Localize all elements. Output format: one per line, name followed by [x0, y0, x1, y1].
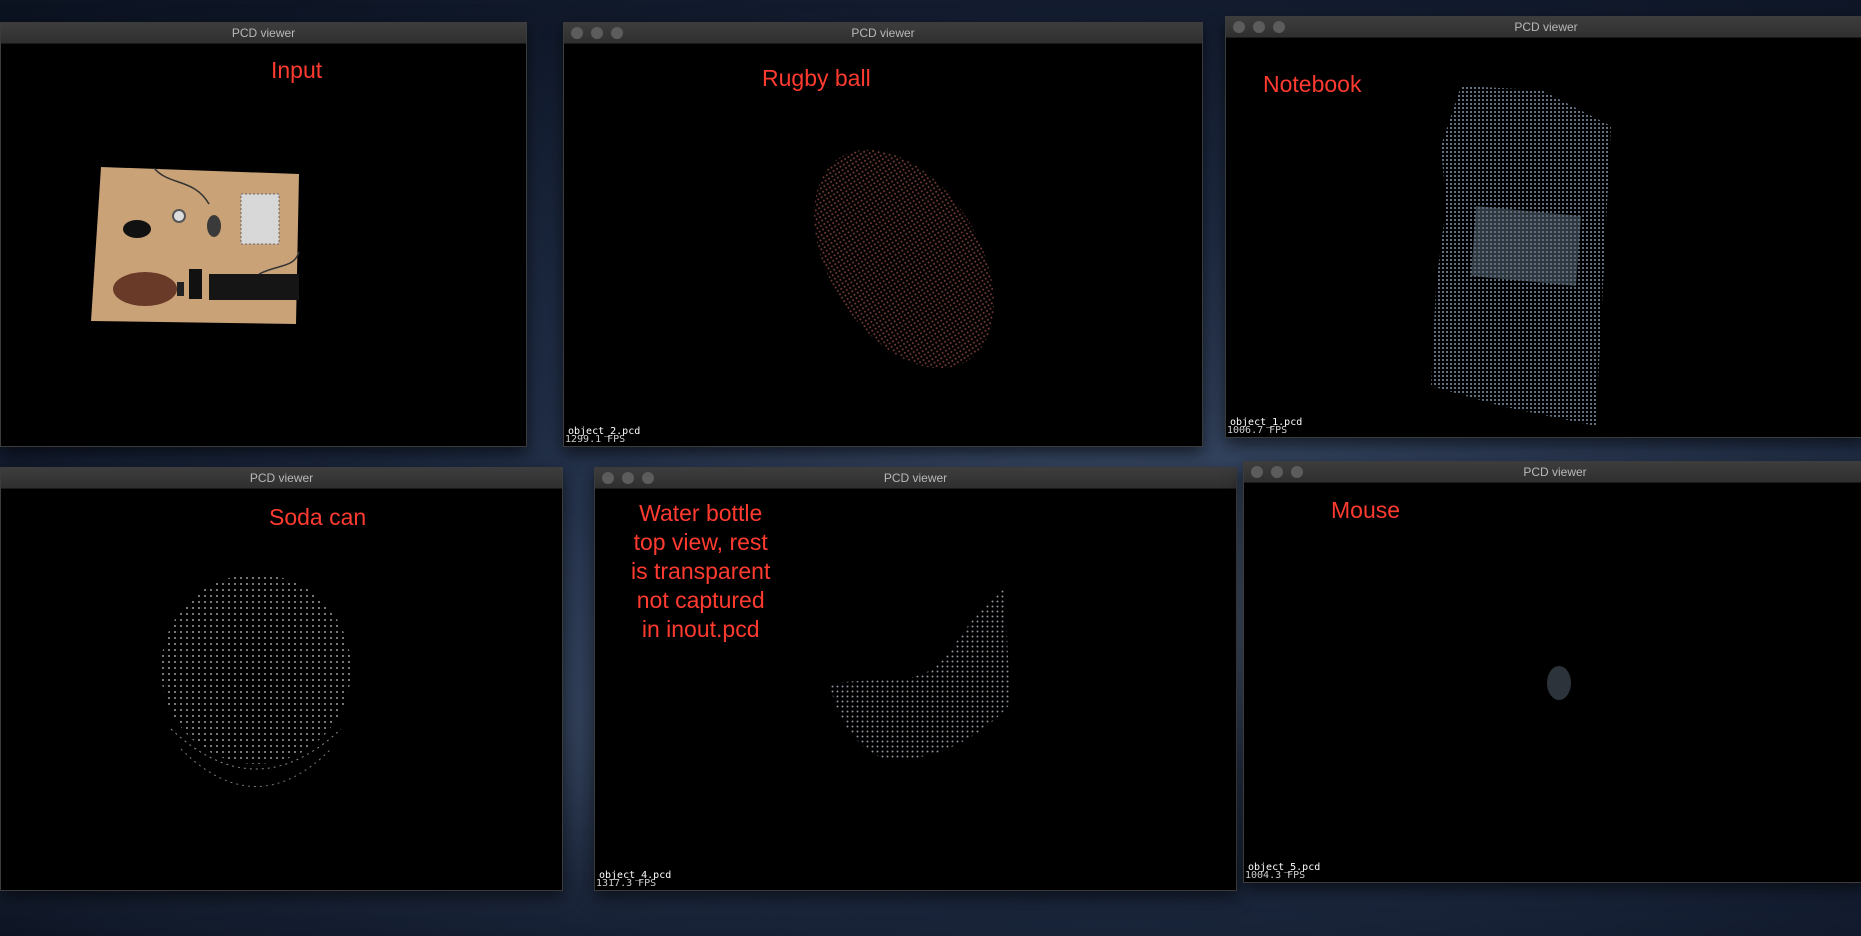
window-titlebar[interactable]: PCD viewer: [564, 23, 1202, 44]
window-titlebar[interactable]: PCD viewer: [1244, 462, 1861, 483]
fps-counter: 1317.3 FPS: [596, 878, 657, 889]
window-titlebar[interactable]: PCD viewer: [1, 23, 526, 44]
annotation-label: Input: [271, 57, 323, 83]
viewer-canvas[interactable]: Water bottle top view, rest is transpare…: [595, 489, 1236, 890]
notebook-point-cloud: [1431, 86, 1611, 426]
window-title: PCD viewer: [883, 471, 948, 485]
pcd-viewer-window-rugby-ball[interactable]: PCD viewer Rugby ball object_2.pcd 1299.…: [563, 22, 1203, 447]
traffic-light-zoom-icon[interactable]: [1273, 21, 1285, 33]
mouse-point-cloud: [1547, 666, 1571, 700]
window-controls[interactable]: [571, 27, 623, 39]
traffic-light-close-icon[interactable]: [1233, 21, 1245, 33]
annotation-label: Water bottle top view, rest is transpare…: [631, 499, 770, 644]
traffic-light-close-icon[interactable]: [602, 472, 614, 484]
viewer-canvas[interactable]: Notebook object_1.pcd 1006.7 FPS: [1226, 38, 1861, 437]
window-title: PCD viewer: [231, 26, 296, 40]
viewer-canvas[interactable]: Input: [1, 44, 526, 446]
viewer-canvas[interactable]: Mouse object_5.pcd 1004.3 FPS: [1244, 483, 1861, 882]
fps-counter: 1006.7 FPS: [1227, 425, 1288, 436]
traffic-light-zoom-icon[interactable]: [1291, 466, 1303, 478]
traffic-light-minimize-icon[interactable]: [591, 27, 603, 39]
annotation-line: Water bottle: [639, 500, 763, 526]
traffic-light-close-icon[interactable]: [1251, 466, 1263, 478]
annotation-line: not captured: [636, 587, 765, 613]
annotation-line: in inout.pcd: [641, 616, 760, 642]
viewer-canvas[interactable]: Soda can: [1, 489, 562, 890]
pcd-viewer-window-soda-can[interactable]: PCD viewer Soda can: [0, 467, 563, 891]
rugby-ball-point-cloud: [814, 149, 994, 369]
traffic-light-close-icon[interactable]: [571, 27, 583, 39]
traffic-light-zoom-icon[interactable]: [642, 472, 654, 484]
soda-can-point-cloud: [161, 574, 351, 787]
fps-counter: 1299.1 FPS: [565, 434, 626, 445]
window-title: PCD viewer: [1523, 465, 1587, 479]
viewer-canvas[interactable]: Rugby ball object_2.pcd 1299.1 FPS: [564, 44, 1202, 446]
window-titlebar[interactable]: PCD viewer: [1226, 17, 1861, 38]
window-titlebar[interactable]: PCD viewer: [1, 468, 562, 489]
annotation-label: Notebook: [1263, 71, 1362, 97]
traffic-light-zoom-icon[interactable]: [611, 27, 623, 39]
pcd-viewer-window-water-bottle[interactable]: PCD viewer Water bottle top view, rest i…: [594, 467, 1237, 891]
annotation-line: top view, rest: [633, 529, 768, 555]
window-title: PCD viewer: [249, 471, 314, 485]
window-titlebar[interactable]: PCD viewer: [595, 468, 1236, 489]
traffic-light-minimize-icon[interactable]: [1253, 21, 1265, 33]
pcd-viewer-window-notebook[interactable]: PCD viewer Notebook object_1.pcd 1006.7 …: [1225, 16, 1861, 438]
annotation-line: is transparent: [631, 558, 771, 584]
water-bottle-point-cloud: [830, 589, 1010, 760]
traffic-light-minimize-icon[interactable]: [622, 472, 634, 484]
window-title: PCD viewer: [1514, 20, 1578, 34]
annotation-label: Mouse: [1331, 497, 1401, 523]
window-controls[interactable]: [1251, 466, 1303, 478]
window-controls[interactable]: [602, 472, 654, 484]
traffic-light-minimize-icon[interactable]: [1271, 466, 1283, 478]
annotation-label: Rugby ball: [762, 65, 871, 91]
annotation-label: Soda can: [269, 504, 367, 530]
window-controls[interactable]: [1233, 21, 1285, 33]
fps-counter: 1004.3 FPS: [1245, 870, 1306, 881]
pcd-viewer-window-mouse[interactable]: PCD viewer Mouse object_5.pcd 1004.3 FPS: [1243, 461, 1861, 883]
window-title: PCD viewer: [851, 26, 915, 40]
pcd-viewer-window-input[interactable]: PCD viewer Input: [0, 22, 527, 447]
input-scene-photo: [91, 167, 300, 324]
